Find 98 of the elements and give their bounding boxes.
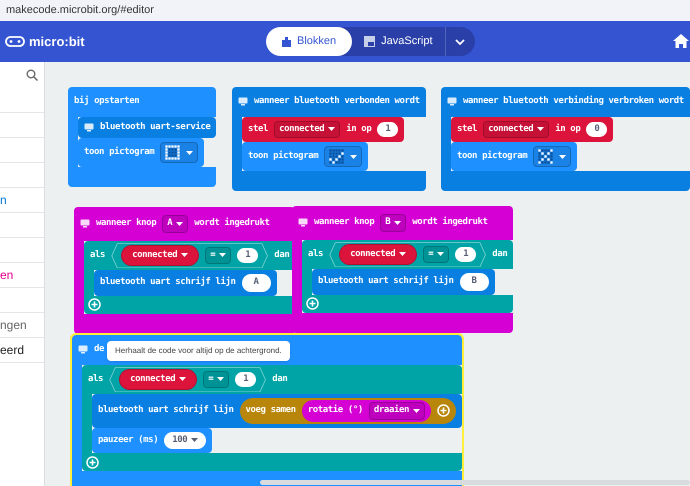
caret-icon [413,408,420,413]
dropdown-field[interactable]: = [423,246,450,263]
block-label: als [308,248,324,260]
block-label: dan [492,248,508,260]
add-icon[interactable] [86,456,99,468]
caret-icon [179,377,186,382]
block-label: als [88,372,104,386]
block-label: dan [274,248,290,262]
block-label: voeg samen [246,404,296,417]
variable-dropdown[interactable]: connected [339,244,418,265]
caret-icon [399,252,406,256]
logo-icon [5,36,25,47]
block-label: rotatie (°) [308,404,363,417]
caret-icon [217,377,224,382]
screen-icon [84,122,94,132]
search-icon[interactable] [26,69,38,81]
category-item[interactable]: n [0,188,44,213]
image-dropdown[interactable] [160,142,198,163]
block-label: bij opstarten [74,95,140,108]
add-icon[interactable] [306,297,319,310]
number-field[interactable]: 1 [377,122,398,137]
block-label: de [94,343,104,356]
chevron-down-icon [455,38,465,44]
block-label: bluetooth uart-service [100,120,210,134]
text-field[interactable]: A [242,274,271,292]
caret-icon [537,127,544,132]
block-label: bluetooth uart schrijf lijn [98,404,234,417]
number-dropdown[interactable]: 100 [164,432,206,449]
logo-text: micro:bit [29,32,85,51]
editor-tab[interactable]: Blokken [266,27,352,56]
dropdown-field[interactable]: A [162,215,188,232]
category-item[interactable]: en [0,263,44,288]
text-field[interactable]: B [460,273,489,290]
block-label: wanneer bluetooth verbonden wordt [254,95,420,108]
category-label: ngen [0,317,27,334]
number-field[interactable]: 1 [455,246,476,262]
block-label: pauzeer (ms) [98,434,158,446]
dropdown-field[interactable]: connected [274,120,340,138]
image-dropdown[interactable] [533,146,572,167]
block-label: in op [555,122,580,136]
block-label: in op [346,122,372,136]
screen-icon [80,219,90,228]
caret-icon [559,154,566,158]
category-item[interactable]: eerd [0,338,44,363]
screen-icon [298,218,308,228]
home-icon[interactable] [672,33,690,49]
block-label: dan [272,372,288,386]
block-label: wanneer knop [314,216,374,229]
category-label: en [0,267,14,284]
caret-icon [350,154,358,158]
variable-dropdown[interactable]: connected [119,368,198,390]
block-label: wanneer knop [96,217,156,230]
caret-icon [394,220,402,225]
led-grid-icon [329,149,344,164]
scrollbar[interactable] [260,480,690,485]
editor-tab[interactable]: JavaScript [352,27,444,56]
led-grid-icon [165,145,180,160]
block-label: wordt ingedrukt [412,216,488,229]
block-label: toon pictogram [457,150,528,163]
dropdown-field[interactable]: = [205,246,232,264]
add-icon[interactable] [437,404,450,418]
dropdown-field[interactable]: connected [483,120,550,138]
block-label: stel [248,122,268,136]
caret-icon [176,222,184,226]
js-file-icon [364,36,376,47]
dropdown-field[interactable]: B [380,214,406,232]
tooltip: Herhaalt de code voor altijd op de achtergrond. [107,341,290,361]
block-label: toon pictogram [84,146,154,159]
block-label: als [90,248,106,262]
caret-icon [219,253,226,258]
screen-icon [78,345,88,354]
number-field[interactable]: 1 [237,248,258,263]
screen-icon [238,97,248,106]
url-text[interactable]: makecode.microbit.org/#editor [6,2,154,19]
block-label: toon pictogram [248,150,318,163]
category-label: eerd [0,342,24,359]
caret-icon [191,438,198,442]
led-grid-icon [538,149,554,164]
caret-icon [437,252,444,256]
puzzle-icon [282,36,291,46]
category-label: n [0,192,7,209]
dropdown-field[interactable]: draaien [368,402,426,420]
add-icon[interactable] [88,298,101,311]
category-item[interactable]: ngen [0,313,44,338]
block-label: stel [457,122,478,136]
number-field[interactable]: 1 [235,372,256,387]
block-label: wanneer bluetooth verbinding verbroken wordt [463,95,684,108]
caret-icon [328,127,336,132]
caret-icon [181,253,188,258]
block-label: bluetooth uart schrijf lijn [318,275,454,288]
caret-icon [186,150,194,154]
block-label: bluetooth uart schrijf lijn [100,276,236,289]
dropdown-field[interactable]: = [203,370,230,388]
variable-dropdown[interactable]: connected [121,244,200,266]
image-dropdown[interactable] [324,146,362,167]
block-label: wordt ingedrukt [194,217,270,230]
screen-icon [447,97,457,106]
number-field[interactable]: 0 [586,122,608,137]
